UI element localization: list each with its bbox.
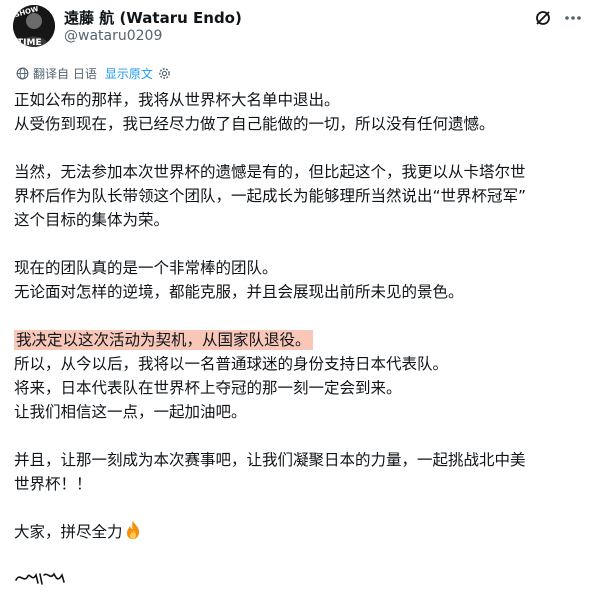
post-line: 将来，日本代表队在世界杯上夺冠的那一刻一定会到来。 (14, 379, 402, 397)
post-line: 现在的团队真的是一个非常棒的团队。 (14, 259, 278, 277)
post-line: 当然，无法参加本次世界杯的遗憾是有的，但比起这个，我更以从卡塔尔世 (14, 163, 526, 181)
globe-icon (16, 67, 29, 80)
more-options-icon[interactable] (563, 8, 583, 28)
post-line: 从受伤到现在，我已经尽力做了自己能做的一切，所以没有任何遗憾。 (14, 115, 495, 133)
svg-text:TIME: TIME (17, 38, 42, 47)
author-handle[interactable]: @wataru0209 (64, 28, 162, 44)
gear-icon[interactable] (158, 67, 171, 80)
post-line-final: 大家，拼尽全力 (14, 520, 584, 544)
post-line: 让我们相信这一点，一起加油吧。 (14, 403, 247, 421)
grok-icon[interactable] (533, 8, 553, 28)
show-original-link[interactable]: 显示原文 (105, 65, 153, 82)
author-name[interactable]: 遠藤 航 (Wataru Endo) (64, 7, 242, 28)
post-line: 这个目标的集体为荣。 (14, 211, 170, 229)
translation-bar: 翻译自 日语 显示原文 (16, 64, 171, 82)
avatar[interactable]: SHOW TIME (13, 5, 55, 47)
tweet-card: SHOW TIME 遠藤 航 (Wataru Endo) @wataru0209… (0, 0, 598, 597)
highlighted-text: 我决定以这次活动为契机，从国家队退役。 (14, 330, 313, 350)
post-line: 世界杯！！ (14, 475, 92, 493)
signature-image (14, 566, 74, 588)
post-line: 界杯后作为队长带领这个团队，一起成长为能够理所当然说出“世界杯冠军” (14, 187, 527, 205)
post-line-final-text: 大家，拼尽全力 (14, 523, 123, 541)
post-text: 正如公布的那样，我将从世界杯大名单中退出。 从受伤到现在，我已经尽力做了自己能做… (14, 88, 584, 544)
fire-emoji-icon (124, 520, 142, 547)
post-line: 无论面对怎样的逆境，都能克服，并且会展现出前所未见的景色。 (14, 283, 464, 301)
post-line-highlighted: 我决定以这次活动为契机，从国家队退役。 (14, 328, 584, 352)
post-line: 所以，从今以后，我将以一名普通球迷的身份支持日本代表队。 (14, 355, 449, 373)
translated-from-label: 翻译自 日语 (33, 66, 97, 81)
post-line: 并且，让那一刻成为本次赛事吧，让我们凝聚日本的力量，一起挑战北中美 (14, 451, 526, 469)
post-line: 正如公布的那样，我将从世界杯大名单中退出。 (14, 91, 340, 109)
